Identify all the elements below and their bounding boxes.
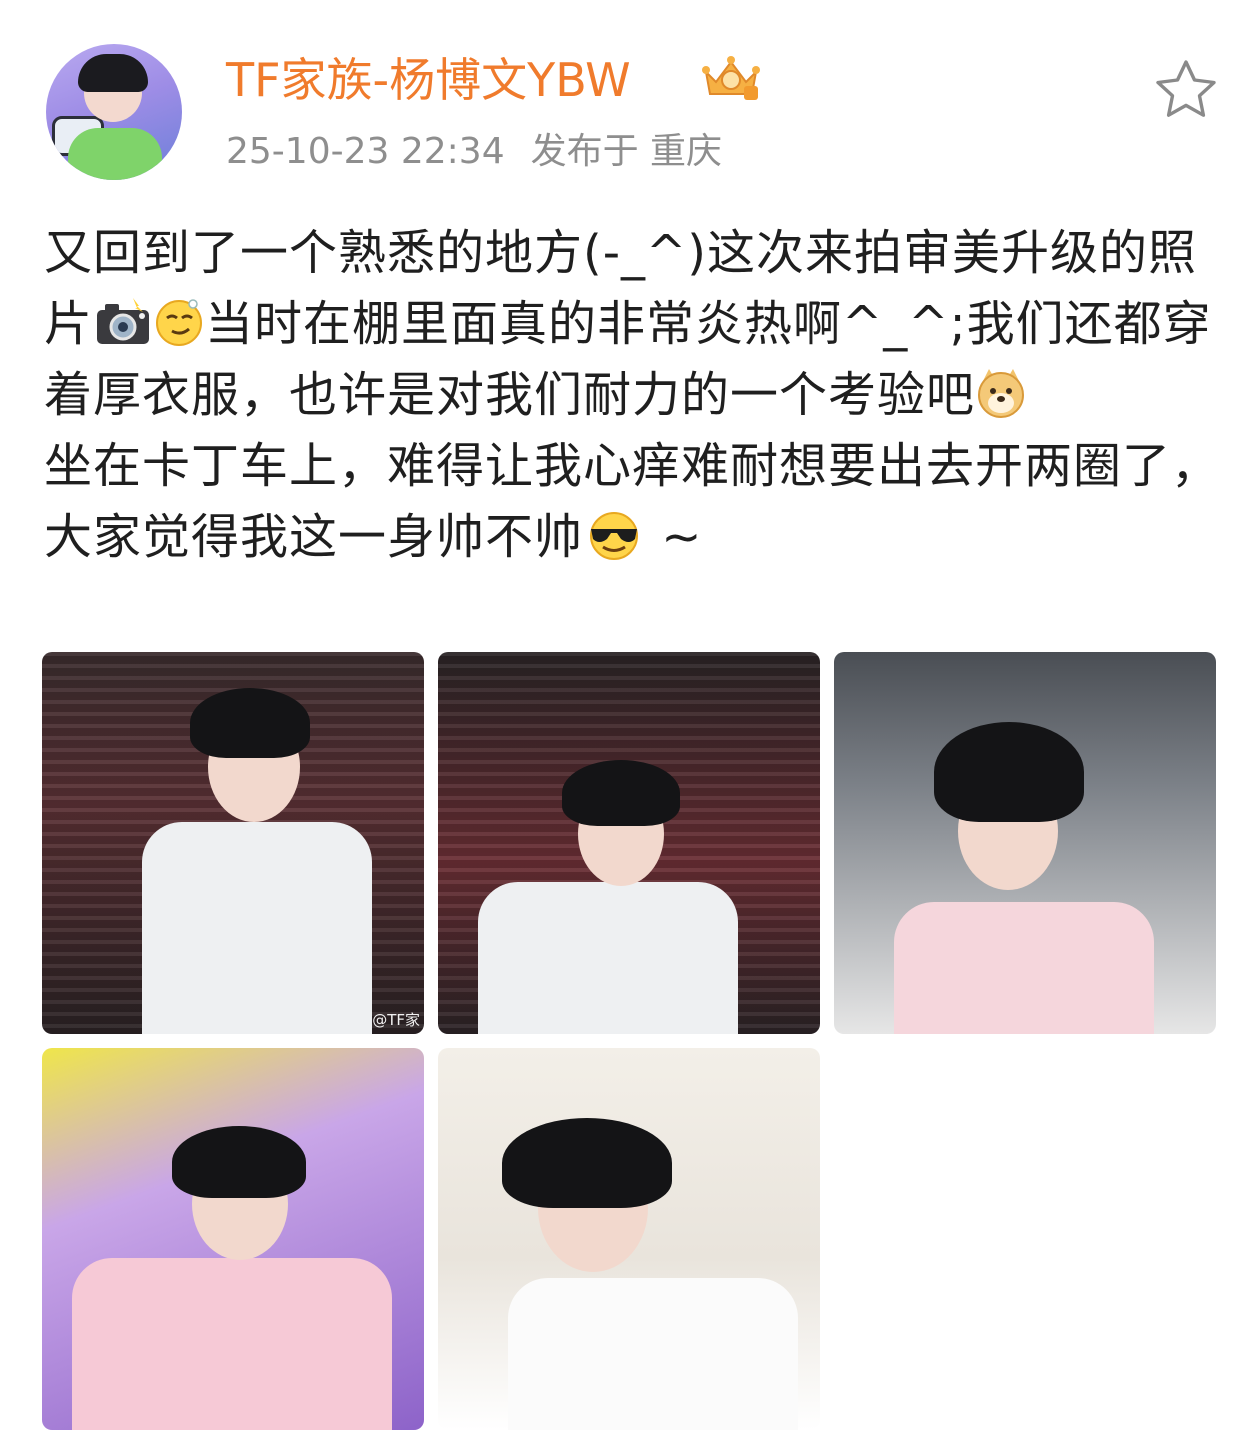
photo-figure-hair (934, 722, 1084, 822)
avatar-shirt-detail (68, 128, 162, 180)
camera-flash-emoji (97, 298, 150, 344)
photo-figure-hair (172, 1126, 306, 1198)
post-text-tilde: ~ (645, 509, 703, 565)
photo-figure-body (508, 1278, 798, 1430)
post-paragraph-2: 坐在卡丁车上，难得让我心痒难耐想要出去开两圈了，大家觉得我这一身帅不帅 ~ (44, 431, 1220, 573)
post-timestamp: 25-10-23 22:34 (226, 131, 505, 172)
smug-face-emoji (156, 299, 203, 346)
avatar-hair-detail (78, 54, 148, 92)
photo-5[interactable] (438, 1048, 820, 1430)
author-name[interactable]: TF家族-杨博文YBW (226, 50, 631, 110)
photo-figure-body (478, 882, 738, 1034)
sunglasses-face-emoji (590, 512, 639, 560)
photo-figure-hair (190, 688, 310, 758)
photo-figure-body (894, 902, 1154, 1034)
crown-badge-icon[interactable] (700, 54, 762, 104)
photo-watermark: @TF家 (372, 1011, 420, 1029)
doge-emoji (978, 369, 1025, 418)
photo-2[interactable] (438, 652, 820, 1034)
photo-figure-body (142, 822, 372, 1034)
post-text-segment: 当时在棚里面真的非常炎热啊^_^;我们还都穿着厚衣服，也许是对我们耐力的一个考验… (44, 296, 1212, 423)
photo-figure-hair (562, 760, 680, 826)
photo-3[interactable] (834, 652, 1216, 1034)
photo-figure-hair (502, 1118, 672, 1208)
photo-gallery: @TF家 (42, 652, 1218, 1432)
photo-4[interactable] (42, 1048, 424, 1430)
photo-1[interactable]: @TF家 (42, 652, 424, 1034)
post-location: 发布于 重庆 (530, 131, 723, 172)
photo-figure-body (72, 1258, 392, 1430)
post-meta: 25-10-23 22:34 发布于 重庆 (226, 128, 748, 176)
star-outline-icon[interactable] (1152, 56, 1220, 124)
user-avatar[interactable] (46, 44, 182, 180)
post-body: 又回到了一个熟悉的地方(-_^)这次来拍审美升级的照片 当时在棚里面真的非常炎热啊… (44, 218, 1220, 573)
post-paragraph-1: 又回到了一个熟悉的地方(-_^)这次来拍审美升级的照片 当时在棚里面真的非常炎热啊… (44, 218, 1220, 431)
